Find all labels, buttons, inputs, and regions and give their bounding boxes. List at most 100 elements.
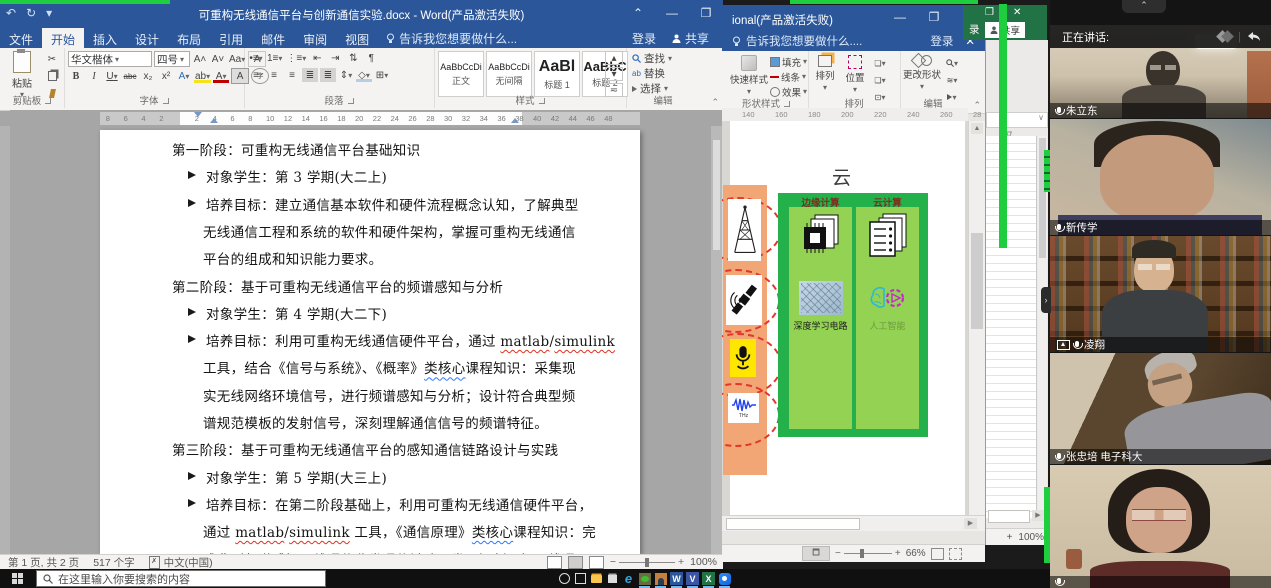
- word-tab-6[interactable]: 邮件: [252, 28, 294, 48]
- video-tile-2[interactable]: 靳传学: [1050, 119, 1271, 235]
- share-button[interactable]: 共享: [666, 29, 715, 48]
- right-indent-marker[interactable]: [511, 118, 519, 123]
- shading-button[interactable]: ◇▾: [356, 68, 372, 82]
- visio-signin-link[interactable]: 登录: [930, 33, 953, 49]
- arrange-button[interactable]: 排列▾: [811, 55, 839, 92]
- font-name-combo[interactable]: 华文楷体▾: [68, 51, 152, 67]
- paragraph-dialog-launcher[interactable]: [348, 98, 354, 104]
- align-left-button[interactable]: ≡: [248, 68, 264, 82]
- clipboard-dialog-launcher[interactable]: [45, 98, 51, 104]
- visio-maximize-button[interactable]: ❐: [917, 5, 951, 29]
- superscript-button[interactable]: x²: [158, 69, 174, 83]
- layers-button[interactable]: ≋▾: [944, 73, 960, 87]
- word-count[interactable]: 517 个字: [93, 555, 134, 570]
- taskbar-icon-contacts[interactable]: [654, 572, 667, 585]
- formula-bar-fragment[interactable]: ∨: [986, 112, 1048, 128]
- shrink-font-button[interactable]: A˅: [210, 52, 226, 66]
- collapse-ribbon-button[interactable]: ⌃: [711, 97, 719, 108]
- word-tab-3[interactable]: 设计: [126, 28, 168, 48]
- fit-page-button[interactable]: [931, 548, 944, 560]
- taskbar-icon-cortana[interactable]: [558, 572, 571, 585]
- scrollbar-thumb[interactable]: [726, 518, 860, 530]
- copy-button[interactable]: [44, 69, 60, 83]
- font-size-combo[interactable]: 四号▾: [154, 51, 190, 67]
- grow-font-button[interactable]: A˄: [192, 52, 208, 66]
- taskbar-icon-task-view[interactable]: [574, 572, 587, 585]
- excel-close-button[interactable]: ✕: [1013, 7, 1021, 18]
- quick-styles-button[interactable]: 快速样式▾: [728, 55, 770, 96]
- font-dialog-launcher[interactable]: [163, 98, 169, 104]
- satellite-icon[interactable]: [726, 275, 762, 325]
- taskbar-icon-visio[interactable]: V: [686, 572, 699, 585]
- taskbar-icon-store[interactable]: [606, 572, 619, 585]
- underline-button[interactable]: U▾: [104, 69, 120, 83]
- scrollbar-thumb[interactable]: [713, 140, 720, 250]
- change-shape-button[interactable]: 更改形状▾: [902, 55, 942, 91]
- decrease-indent-button[interactable]: ⇤: [309, 51, 325, 65]
- word-tab-4[interactable]: 布局: [168, 28, 210, 48]
- panel-collapse-button[interactable]: ⌃: [1122, 0, 1166, 13]
- sheet-scroll-arrow[interactable]: ▶: [1032, 510, 1044, 521]
- web-layout-button[interactable]: [589, 556, 604, 569]
- edge-computing-column[interactable]: 深度学习电路: [789, 207, 852, 429]
- first-line-indent-marker[interactable]: [194, 112, 202, 117]
- shape-styles-dialog-launcher[interactable]: [784, 101, 790, 107]
- shape-fill-button[interactable]: 填充▾: [770, 55, 807, 68]
- sheet-tab-fragment[interactable]: [988, 510, 1030, 523]
- find-button[interactable]: 查找▾: [632, 51, 672, 66]
- word-tab-8[interactable]: 视图: [336, 28, 378, 48]
- show-marks-button[interactable]: ¶: [363, 51, 379, 65]
- line-spacing-button[interactable]: ⇕▾: [338, 68, 354, 82]
- cloud-computing-column[interactable]: 人工智能: [856, 207, 919, 429]
- taskbar-icon-tencent-meeting[interactable]: [718, 572, 731, 585]
- tell-me-box[interactable]: 告诉我您想要做什么...: [378, 28, 525, 48]
- video-tile-4[interactable]: 张忠培 电子科大: [1050, 353, 1271, 464]
- visio-tellme-box[interactable]: 告诉我您想要做什么....: [746, 33, 862, 49]
- taskbar-icon-edge[interactable]: e: [622, 572, 635, 585]
- styles-scroll-down[interactable]: ▾: [605, 67, 623, 81]
- excel-vertical-scrollbar[interactable]: [1038, 136, 1047, 518]
- read-mode-button[interactable]: [547, 556, 562, 569]
- start-button[interactable]: [0, 569, 34, 588]
- taskbar-icon-file-explorer[interactable]: [590, 572, 603, 585]
- panel-expand-handle[interactable]: ›: [1041, 287, 1051, 313]
- word-tab-2[interactable]: 插入: [84, 28, 126, 48]
- diagram-green-panel[interactable]: 边缘计算 云计算 深度学习电路: [778, 193, 928, 437]
- replace-button[interactable]: ab 替换: [632, 66, 672, 81]
- text-effects-button[interactable]: A▾: [176, 69, 192, 83]
- word-tab-1[interactable]: 开始: [42, 28, 84, 48]
- ribbon-display-options-button[interactable]: ⌃: [621, 0, 655, 26]
- page-indicator[interactable]: 第 1 页, 共 2 页: [8, 555, 79, 570]
- justify-button[interactable]: ≣: [302, 68, 318, 82]
- document-page[interactable]: 第一阶段：可重构无线通信平台基础知识对象学生：第 3 学期(大二上)培养目标：建…: [100, 130, 640, 554]
- sort-button[interactable]: ⇅: [345, 51, 361, 65]
- radio-tower-icon[interactable]: [728, 199, 761, 261]
- style-card-2[interactable]: AaBl标题 1: [534, 51, 580, 97]
- highlight-button[interactable]: ab▾: [194, 69, 211, 83]
- excel-signin-link[interactable]: 录: [969, 22, 980, 37]
- signin-link[interactable]: 登录: [632, 30, 656, 47]
- word-tab-0[interactable]: 文件: [0, 28, 42, 48]
- excel-grid[interactable]: [986, 136, 1037, 518]
- cut-button[interactable]: ✂: [44, 52, 60, 66]
- bullets-button[interactable]: •≡▾: [248, 51, 264, 65]
- fit-width-button[interactable]: [949, 548, 962, 560]
- styles-dialog-launcher[interactable]: [539, 98, 545, 104]
- visio-zoom-slider[interactable]: −+: [835, 548, 901, 559]
- increase-indent-button[interactable]: ⇥: [327, 51, 343, 65]
- bring-forward-button[interactable]: ❏▾: [872, 56, 888, 70]
- numbering-button[interactable]: 1≡▾: [266, 51, 283, 65]
- horizontal-ruler[interactable]: 8642246810121416182022242628303234363840…: [10, 110, 723, 126]
- taskbar-icon-word[interactable]: W: [670, 572, 683, 585]
- borders-button[interactable]: ⊞▾: [374, 68, 390, 82]
- taskbar-search-input[interactable]: 在这里输入你要搜索的内容: [36, 570, 326, 587]
- font-color-button[interactable]: A▾: [213, 69, 229, 83]
- styles-scroll-up[interactable]: ▴: [605, 51, 623, 65]
- visio-ruler[interactable]: 14016018020022024026028: [722, 108, 968, 122]
- align-center-button[interactable]: ≡: [266, 68, 282, 82]
- reply-arrow-icon[interactable]: [1247, 31, 1261, 42]
- proofing-errors-icon[interactable]: ✗: [149, 556, 160, 569]
- taskbar-icon-excel[interactable]: X: [702, 572, 715, 585]
- vertical-ruler[interactable]: [0, 126, 10, 554]
- excel-maximize-button[interactable]: ❐: [985, 7, 994, 18]
